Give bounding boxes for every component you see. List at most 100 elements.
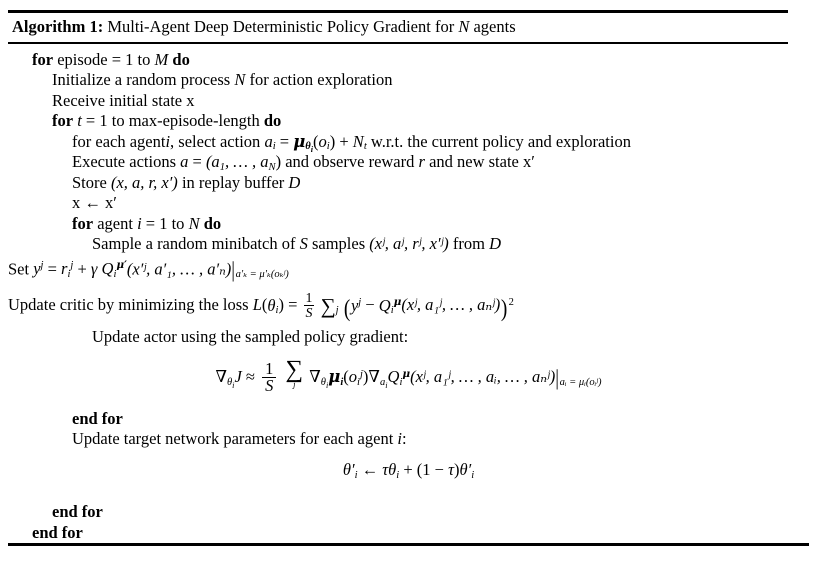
objective-j: J <box>234 367 242 387</box>
plus-sign: + <box>403 459 413 479</box>
sample-text-after: from <box>452 234 485 253</box>
gamma-discount: γ <box>90 258 98 278</box>
theta-i: θi <box>388 459 400 481</box>
left-arrow-icon: ← <box>84 193 101 212</box>
initialize-text-before: Initialize a random process <box>52 70 231 89</box>
action-tuple: (a1, … , aN) <box>205 152 282 173</box>
open-paren-one: (1 <box>416 459 431 479</box>
value-one: 1 <box>159 213 168 233</box>
store-text-mid: in replay buffer <box>181 172 285 192</box>
line-update-actor: Update actor using the sampled policy gr… <box>8 327 809 348</box>
line-for-agent: for agent i = 1 to N do <box>8 214 809 235</box>
critic-args: (xʲ, a₁ʲ, … , aᵢ, … , aₙʲ) <box>410 367 556 387</box>
obs-o-i-j: oij <box>348 367 363 389</box>
keyword-for: for <box>52 111 74 130</box>
critic-q: Qiμ <box>378 295 402 317</box>
summation-icon: ∑ j <box>285 356 304 390</box>
line-for-t: for t = 1 to max-episode-length do <box>8 111 809 132</box>
evaluation-bar: | <box>555 365 560 390</box>
theta-prime-i-rhs: θ′i <box>459 459 475 481</box>
keyword-end-for: end for <box>72 408 123 428</box>
var-x-lhs: x <box>72 193 81 212</box>
text-to: to <box>111 111 125 130</box>
keyword-end-for: end for <box>32 522 83 542</box>
cal-d-replay-buffer: D <box>288 172 301 192</box>
target-y: yj <box>33 258 44 278</box>
update-actor-text: Update actor using the sampled policy gr… <box>92 326 409 346</box>
line-end-for-outer: end for <box>8 523 809 544</box>
summation-icon: ∑ <box>320 294 336 319</box>
text-agent: agent <box>97 213 133 233</box>
close-paren-big: ) <box>501 294 508 322</box>
loss-symbol: L <box>252 295 262 315</box>
line-update-target-params: Update target network parameters for eac… <box>8 429 809 450</box>
line-end-for-mid: end for <box>8 502 809 523</box>
select-text-mid: , select action <box>170 131 261 151</box>
receive-text: Receive initial state <box>52 90 183 110</box>
keyword-for: for <box>72 213 94 233</box>
transition-tuple: (x, a, r, x′) <box>110 172 178 192</box>
sample-tuple: (xʲ, aʲ, rʲ, x′ʲ) <box>369 234 449 253</box>
one-over-s-fraction: 1S <box>262 360 277 395</box>
keyword-do: do <box>172 49 190 69</box>
keyword-do: do <box>263 111 282 130</box>
algorithm-title-text-before: Multi-Agent Deep Deterministic Policy Gr… <box>107 17 455 36</box>
line-initialize-noise: Initialize a random process N for action… <box>8 70 809 91</box>
update-critic-text: Update critic by minimizing the loss <box>8 295 249 315</box>
equals-sign: = <box>47 258 57 278</box>
initialize-text-after: for action exploration <box>249 70 393 89</box>
line-assign-x: x ← x′ <box>8 193 809 214</box>
execute-text-before: Execute actions <box>72 152 176 171</box>
cal-d-replay-buffer: D <box>489 234 502 253</box>
equals-sign: = <box>288 295 298 315</box>
plus-sign: + <box>339 131 349 151</box>
set-text: Set <box>8 258 30 278</box>
evaluation-condition: aᵢ = μᵢ(oᵢʲ) <box>559 377 602 389</box>
text-to: to <box>171 213 185 233</box>
cal-n-symbol: N <box>234 70 246 89</box>
reward-r-i-j: rij <box>61 258 74 280</box>
algorithm-title: Algorithm 1: Multi-Agent Deep Determinis… <box>8 13 809 42</box>
mu-policy-symbol: μθi <box>293 131 314 154</box>
line-store-transition: Store (x, a, r, x′) in replay buffer D <box>8 173 809 194</box>
target-y: yj <box>350 295 362 315</box>
line-target-update-equation: θ′i ← τθi + (1 − τ)θ′i <box>8 450 809 493</box>
text-to: to <box>137 49 151 69</box>
keyword-end-for: end for <box>52 502 103 522</box>
nabla-icon: ∇ <box>368 367 380 387</box>
line-select-action: for each agenti, select action ai = μθi(… <box>72 131 631 154</box>
theta-prime-i-lhs: θ′i <box>342 459 358 481</box>
open-paren-big: ( <box>343 294 351 322</box>
var-m: M <box>154 49 169 69</box>
equals-sign: = <box>192 152 202 171</box>
var-x-prime: x′ <box>523 152 535 171</box>
keyword-do: do <box>203 213 222 233</box>
critic-q: Qiμ <box>387 367 411 389</box>
action-a-i-subscript: ai <box>379 377 388 390</box>
var-x-state: x <box>186 90 195 110</box>
line-for-episode: for episode = 1 to M do <box>8 50 809 71</box>
line-sample-minibatch: Sample a random minibatch of S samples (… <box>8 234 809 255</box>
rule-bottom <box>8 543 809 547</box>
evaluation-condition: a′ₖ = μ′ₖ(oₖʲ) <box>235 268 289 280</box>
sample-text-before: Sample a random minibatch of <box>92 234 296 253</box>
minus-sign: − <box>434 459 444 479</box>
var-x-prime-rhs: x′ <box>105 193 117 212</box>
select-text-before: for each agent <box>72 131 166 151</box>
equals-sign: = <box>85 111 96 130</box>
var-t: t <box>77 111 82 130</box>
text-max-episode-length: max-episode-length <box>128 111 260 130</box>
value-one: 1 <box>99 111 108 130</box>
update-target-text: Update target network parameters for eac… <box>72 429 394 449</box>
execute-text-mid: and observe reward <box>285 152 415 171</box>
line-receive-state: Receive initial state x <box>8 91 809 112</box>
left-arrow-icon: ← <box>361 459 379 479</box>
line-end-for-inner: end for <box>8 409 809 430</box>
theta-i-subscript: θi <box>320 377 329 390</box>
minus-sign: − <box>365 295 375 315</box>
critic-args: (xʲ, a₁ʲ, … , aₙʲ) <box>401 295 501 315</box>
sample-text-mid: samples <box>311 234 366 253</box>
execute-text-after: and new state <box>429 152 519 171</box>
algorithm-title-var-n: N <box>458 17 470 36</box>
